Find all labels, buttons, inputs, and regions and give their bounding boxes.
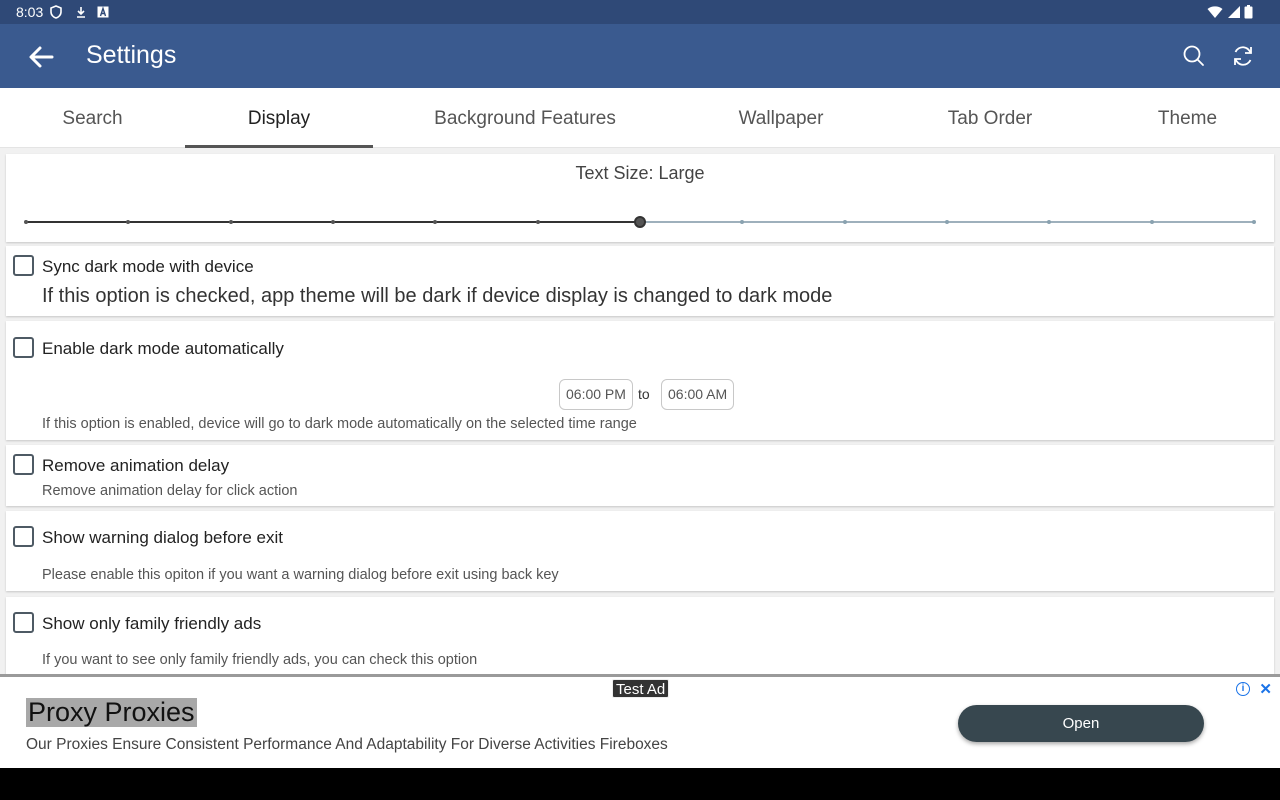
slider-tick [1252,220,1256,224]
warning-dialog-card: Show warning dialog before exit Please e… [6,511,1274,591]
sync-dark-mode-card: Sync dark mode with device If this optio… [6,246,1274,316]
page-title: Settings [86,41,177,69]
settings-content: Text Size: Large Sync dark mode with dev… [0,148,1280,674]
slider-thumb[interactable] [634,216,646,228]
warning-dialog-checkbox[interactable] [13,526,34,547]
test-ad-badge: Test Ad [612,679,670,698]
text-size-label: Text Size: Large [575,163,705,183]
refresh-icon[interactable] [1230,43,1256,69]
ad-close-icon[interactable]: ✕ [1259,680,1272,698]
slider-tick [228,220,233,224]
auto-dark-mode-checkbox[interactable] [13,337,34,358]
remove-animation-title[interactable]: Remove animation delay [42,456,229,476]
tab-background-features[interactable]: Background Features [373,88,677,148]
auto-dark-mode-title[interactable]: Enable dark mode automatically [42,339,284,359]
battery-icon [1244,5,1253,19]
a-box-icon [96,5,110,19]
sync-dark-mode-title[interactable]: Sync dark mode with device [42,257,254,277]
auto-dark-mode-card: Enable dark mode automatically 06:00 PM … [6,321,1274,440]
tab-display[interactable]: Display [185,88,373,148]
family-ads-description: If you want to see only family friendly … [42,652,478,668]
time-range-separator: to [638,386,650,402]
family-ads-checkbox[interactable] [13,612,34,633]
tab-bar: Search Display Background Features Wallp… [0,88,1280,148]
back-arrow-icon[interactable] [26,42,56,72]
shield-icon [49,5,63,19]
slider-tick [842,220,847,224]
wifi-icon [1207,5,1223,19]
tab-wallpaper[interactable]: Wallpaper [677,88,885,148]
slider-tick [1149,220,1154,224]
auto-dark-mode-description: If this option is enabled, device will g… [42,416,637,432]
sync-dark-mode-checkbox[interactable] [13,255,34,276]
remove-animation-description: Remove animation delay for click action [42,483,298,499]
slider-tick [331,220,335,224]
search-icon[interactable] [1181,43,1207,69]
warning-dialog-description: Please enable this opiton if you want a … [42,567,559,583]
slider-tick [1047,220,1052,224]
ad-headline[interactable]: Proxy Proxies [26,698,197,727]
tab-tab-order[interactable]: Tab Order [885,88,1095,148]
family-ads-title[interactable]: Show only family friendly ads [42,614,261,634]
end-time-field[interactable]: 06:00 AM [661,379,735,410]
slider-tick [535,220,540,224]
status-time: 8:03 [16,4,44,20]
ad-open-button[interactable]: Open [958,705,1204,742]
status-bar: 8:03 [0,0,1280,24]
ad-banner[interactable]: Test Ad i ✕ Proxy Proxies Our Proxies En… [0,674,1280,768]
family-ads-card: Show only family friendly ads If you wan… [6,597,1274,674]
start-time-field[interactable]: 06:00 PM [559,379,633,410]
text-size-card: Text Size: Large [6,154,1274,242]
signal-icon [1227,5,1241,19]
ad-body-text[interactable]: Our Proxies Ensure Consistent Performanc… [26,736,668,754]
tab-theme[interactable]: Theme [1095,88,1280,148]
slider-tick [740,220,745,224]
app-bar: Settings [0,24,1280,88]
download-icon [74,5,88,19]
text-size-slider[interactable] [24,214,1256,230]
sync-dark-mode-description: If this option is checked, app theme wil… [42,285,833,307]
slider-tick [126,220,131,224]
slider-tick [945,220,949,224]
warning-dialog-title[interactable]: Show warning dialog before exit [42,528,283,548]
remove-animation-checkbox[interactable] [13,454,34,475]
remove-animation-card: Remove animation delay Remove animation … [6,445,1274,506]
navigation-bar [0,768,1280,800]
slider-tick [24,220,28,224]
ad-info-icon[interactable]: i [1236,682,1250,696]
slider-tick [433,220,438,224]
tab-search[interactable]: Search [0,88,185,148]
